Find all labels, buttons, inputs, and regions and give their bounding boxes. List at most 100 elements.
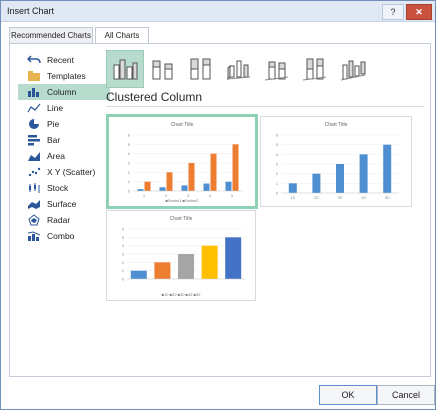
column-chart-icon (26, 86, 42, 98)
y-tick-label: 2 (276, 171, 279, 176)
y-tick-label: 6 (276, 133, 279, 138)
pie-chart-icon (26, 118, 42, 130)
chart-subtype-row (106, 50, 424, 88)
3d-percent-stacked-column-icon[interactable] (296, 50, 334, 88)
sidebar-item-label: Combo (47, 231, 75, 241)
y-tick-label: 0 (122, 277, 125, 282)
3d-stacked-column-icon[interactable] (258, 50, 296, 88)
section-divider (106, 106, 424, 107)
sidebar-item-label: Column (47, 87, 77, 97)
bar (312, 173, 321, 193)
bar (144, 181, 151, 191)
y-tick-label: 5 (276, 142, 279, 147)
ok-button[interactable]: OK (319, 385, 377, 405)
sidebar-item-label: Radar (47, 215, 71, 225)
x-tick-label: 10 (291, 195, 296, 200)
area-chart-icon (26, 150, 42, 162)
preview-1-legend: ■Series1 ■Series2 (165, 198, 199, 203)
y-tick-label: 5 (128, 142, 131, 147)
y-tick-label: 1 (276, 181, 279, 186)
y-tick-label: 1 (122, 268, 125, 273)
y-tick-label: 3 (276, 162, 279, 167)
sidebar-item-label: Line (47, 103, 64, 113)
y-tick-label: 5 (122, 235, 125, 240)
preview-card-3[interactable]: Chart Title 6543210 ■10 ■20 ■30 ■40 ■50 (106, 210, 256, 301)
chart-category-sidebar: Recent Templates Column Line Pie Bar Area X Y (… (18, 52, 110, 244)
bar (336, 164, 344, 193)
bar (210, 153, 217, 191)
x-tick-label: 40 (361, 195, 366, 200)
3d-column-icon[interactable] (334, 50, 372, 88)
preview-3-chart: 6 5 4 3 2 1 0 (122, 227, 245, 282)
bar (225, 181, 232, 191)
x-tick-label: 30 (338, 195, 343, 200)
undo-arrow-icon (26, 54, 42, 66)
preview-3-legend: ■10 ■20 ■30 ■40 ■50 (161, 292, 201, 297)
sidebar-item-templates[interactable]: Templates (18, 68, 110, 84)
bar (383, 144, 392, 193)
chart-subtype-title: Clustered Column (106, 90, 203, 104)
cancel-button[interactable]: Cancel (377, 385, 435, 405)
preview-2-chart: 654321010 20 30 40 50 (276, 133, 399, 200)
sidebar-item-label: X Y (Scatter) (47, 167, 96, 177)
y-tick-label: 3 (128, 161, 131, 166)
sidebar-item-label: Surface (47, 199, 77, 209)
y-tick-label: 4 (276, 152, 279, 157)
sidebar-item-column[interactable]: Column (18, 84, 110, 100)
bar (188, 163, 195, 191)
x-tick-label: 20 (314, 195, 319, 200)
sidebar-item-pie[interactable]: Pie (18, 116, 110, 132)
stock-chart-icon (26, 182, 42, 194)
y-tick-label: 2 (128, 170, 131, 175)
percent-stacked-column-icon[interactable] (182, 50, 220, 88)
preview-card-2[interactable]: Chart Title 6 5 4 3 2 1 0 10 20 30 40 50 (260, 116, 412, 207)
sidebar-item-area[interactable]: Area (18, 148, 110, 164)
stacked-column-icon[interactable] (144, 50, 182, 88)
radar-chart-icon (26, 214, 42, 226)
bar (232, 144, 239, 191)
sidebar-item-x-y-scatter-[interactable]: X Y (Scatter) (18, 164, 110, 180)
y-tick-label: 4 (128, 151, 131, 156)
sidebar-item-stock[interactable]: Stock (18, 180, 110, 196)
x-tick-label: 50 (385, 195, 390, 200)
y-tick-label: 0 (276, 191, 279, 196)
sidebar-item-recent[interactable]: Recent (18, 52, 110, 68)
y-tick-label: 3 (122, 252, 125, 257)
y-tick-label: 1 (128, 179, 131, 184)
sidebar-item-combo[interactable]: Combo (18, 228, 110, 244)
sidebar-item-radar[interactable]: Radar (18, 212, 110, 228)
clustered-column-icon[interactable] (106, 50, 144, 88)
sidebar-item-label: Bar (47, 135, 61, 145)
sidebar-item-label: Recent (47, 55, 74, 65)
bar (288, 183, 297, 193)
insert-chart-dialog: Insert Chart ? ✕ Recommended Charts All … (0, 0, 436, 410)
y-tick-label: 0 (128, 189, 131, 194)
folder-icon (26, 70, 42, 82)
scatter-chart-icon (26, 166, 42, 178)
close-button[interactable]: ✕ (406, 4, 432, 20)
sidebar-item-line[interactable]: Line (18, 100, 110, 116)
sidebar-item-bar[interactable]: Bar (18, 132, 110, 148)
3d-clustered-column-icon[interactable] (220, 50, 258, 88)
preview-1-chart: 65432101 2 3 4 5 (128, 133, 243, 198)
bar-chart-icon (26, 134, 42, 146)
bar (130, 270, 147, 279)
line-chart-icon (26, 102, 42, 114)
dialog-title: Insert Chart (7, 6, 55, 16)
bar (203, 183, 210, 191)
y-tick-label: 2 (122, 260, 125, 265)
bar (166, 172, 173, 191)
sidebar-item-label: Stock (47, 183, 69, 193)
bar (154, 262, 171, 279)
sidebar-item-surface[interactable]: Surface (18, 196, 110, 212)
all-charts-panel: Recent Templates Column Line Pie Bar Area X Y (… (9, 43, 431, 377)
dialog-footer: OK Cancel (1, 379, 435, 409)
preview-card-1[interactable]: Chart Title 654321012345 ■Series1 ■Serie… (106, 114, 258, 209)
sidebar-item-label: Pie (47, 119, 60, 129)
bar (159, 187, 166, 191)
bar (178, 254, 194, 279)
bar (181, 185, 188, 191)
title-bar: Insert Chart ? ✕ (1, 1, 435, 22)
help-button[interactable]: ? (382, 4, 404, 20)
bar (201, 245, 218, 279)
